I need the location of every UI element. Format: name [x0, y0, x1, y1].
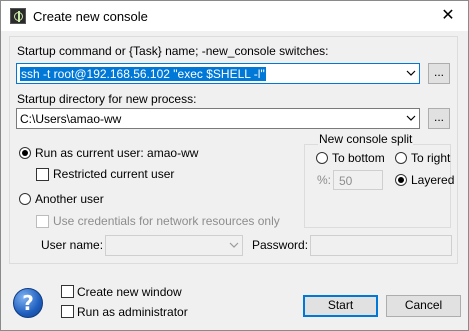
title-bar: Create new console ✕	[1, 1, 468, 31]
layered-radio[interactable]	[395, 174, 407, 186]
run-as-admin-label[interactable]: Run as administrator	[77, 305, 188, 319]
create-console-dialog: Create new console ✕ Startup command or …	[0, 0, 469, 331]
command-label: Startup command or {Task} name; -new_con…	[17, 44, 329, 58]
cancel-button[interactable]: Cancel	[386, 295, 461, 317]
split-to-right-radio[interactable]	[395, 152, 407, 164]
split-title: New console split	[318, 132, 414, 146]
split-percent-value: 50	[339, 174, 353, 188]
restricted-user-label[interactable]: Restricted current user	[53, 167, 174, 181]
directory-combobox[interactable]: C:\Users\amao-ww	[16, 108, 420, 129]
split-percent-field[interactable]: 50	[333, 170, 383, 190]
chevron-down-icon[interactable]	[229, 240, 239, 250]
directory-label: Startup directory for new process:	[17, 92, 197, 106]
run-as-current-user-radio[interactable]	[19, 147, 31, 159]
dialog-body: Startup command or {Task} name; -new_con…	[1, 31, 468, 330]
use-credentials-label: Use credentials for network resources on…	[53, 214, 280, 228]
create-new-window-label[interactable]: Create new window	[77, 285, 182, 299]
window-title: Create new console	[33, 9, 148, 24]
password-field[interactable]	[310, 235, 452, 256]
directory-value: C:\Users\amao-ww	[20, 112, 122, 126]
command-browse-button[interactable]: ...	[428, 63, 450, 84]
command-combobox[interactable]: ssh -t root@192.168.56.102 "exec $SHELL …	[16, 63, 420, 84]
layered-label[interactable]: Layered	[411, 173, 454, 187]
close-icon: ✕	[441, 7, 455, 24]
split-to-bottom-label[interactable]: To bottom	[332, 151, 385, 165]
close-button[interactable]: ✕	[428, 1, 468, 31]
user-name-label: User name:	[41, 238, 104, 252]
command-value: ssh -t root@192.168.56.102 "exec $SHELL …	[20, 67, 266, 81]
split-to-bottom-radio[interactable]	[316, 152, 328, 164]
another-user-radio[interactable]	[19, 193, 31, 205]
split-to-right-label[interactable]: To right	[411, 151, 450, 165]
another-user-label[interactable]: Another user	[35, 192, 104, 206]
directory-browse-button[interactable]: ...	[428, 108, 450, 129]
restricted-user-checkbox[interactable]	[36, 168, 49, 181]
user-name-combobox[interactable]	[105, 235, 243, 256]
split-percent-label: %:	[317, 173, 332, 187]
use-credentials-checkbox[interactable]	[36, 215, 49, 228]
chevron-down-icon[interactable]	[406, 68, 416, 78]
run-as-admin-checkbox[interactable]	[61, 305, 74, 318]
password-label: Password:	[252, 238, 309, 252]
conemu-app-icon	[10, 8, 26, 24]
start-button[interactable]: Start	[303, 295, 378, 317]
run-as-current-user-label[interactable]: Run as current user: amao-ww	[35, 146, 198, 160]
create-new-window-checkbox[interactable]	[61, 285, 74, 298]
chevron-down-icon[interactable]	[406, 113, 416, 123]
help-icon[interactable]: ?	[13, 288, 43, 318]
